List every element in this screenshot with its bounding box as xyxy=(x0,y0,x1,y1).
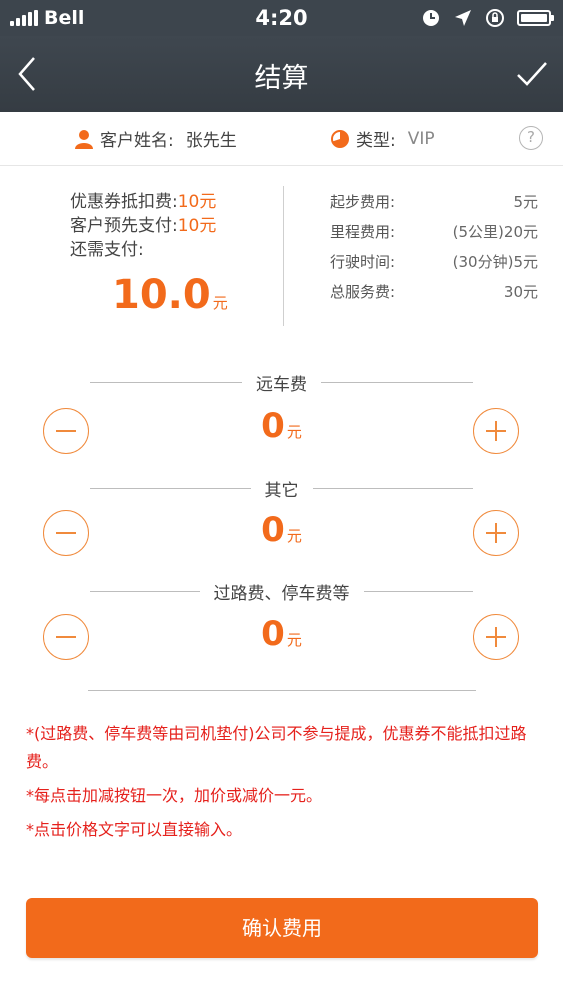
value-number[interactable]: 0 xyxy=(261,406,285,446)
value-unit: 元 xyxy=(286,423,302,441)
other-value[interactable]: 0元 xyxy=(200,510,363,550)
notes: *(过路费、停车费等由司机垫付)公司不参与提成，优惠券不能抵扣过路费。 *每点击… xyxy=(26,720,546,850)
note-tolls: *(过路费、停车费等由司机垫付)公司不参与提成，优惠券不能抵扣过路费。 xyxy=(26,724,527,771)
amount-due-unit: 元 xyxy=(212,294,228,312)
status-bar: Bell 4:20 xyxy=(0,0,563,36)
location-arrow-icon xyxy=(453,8,473,28)
page-title: 结算 xyxy=(254,63,309,94)
decrease-tolls-button[interactable] xyxy=(43,614,89,660)
value-unit: 元 xyxy=(286,631,302,649)
amount-due: 10.0 元 xyxy=(112,272,228,318)
status-icons xyxy=(421,8,554,28)
divider xyxy=(88,690,476,691)
increase-other-button[interactable] xyxy=(473,510,519,556)
navigation-bar: 结算 xyxy=(0,36,563,112)
section-header-pickup-fee: 远车费 xyxy=(90,370,473,395)
value-unit: 元 xyxy=(286,527,302,545)
section-label: 远车费 xyxy=(256,374,307,395)
rotation-lock-icon xyxy=(485,8,505,28)
confirm-fee-button[interactable]: 确认费用 xyxy=(26,898,538,958)
increase-pickup-fee-button[interactable] xyxy=(473,408,519,454)
fee-item-base: 起步费用: 5元 xyxy=(330,190,538,214)
value-number[interactable]: 0 xyxy=(261,614,285,654)
value-number[interactable]: 0 xyxy=(261,510,285,550)
increase-tolls-button[interactable] xyxy=(473,614,519,660)
battery-icon xyxy=(517,10,554,26)
coupon-value: 10元 xyxy=(177,192,217,212)
section-header-other: 其它 xyxy=(90,476,473,501)
fee-label: 总服务费: xyxy=(330,283,396,301)
fee-item-total: 总服务费: 30元 xyxy=(330,280,538,304)
fee-value: 30元 xyxy=(503,283,538,301)
vertical-divider xyxy=(283,186,284,326)
prepay-label: 客户预先支付: xyxy=(70,216,178,236)
fee-item-distance: 里程费用: (5公里)20元 xyxy=(330,220,538,244)
section-label: 其它 xyxy=(264,480,299,501)
tolls-value[interactable]: 0元 xyxy=(200,614,363,654)
alarm-clock-icon xyxy=(421,8,441,28)
fee-value: (30分钟)5元 xyxy=(452,253,538,271)
fee-label: 起步费用: xyxy=(330,193,396,211)
checkmark-icon[interactable] xyxy=(515,58,549,90)
prepay-value: 10元 xyxy=(177,216,217,236)
note-input: *点击价格文字可以直接输入。 xyxy=(26,820,243,839)
customer-name-label: 客户姓名: xyxy=(100,131,174,151)
person-icon xyxy=(75,129,93,149)
decrease-pickup-fee-button[interactable] xyxy=(43,408,89,454)
coupon-label: 优惠券抵扣费: xyxy=(70,192,178,212)
fee-breakdown: 起步费用: 5元 里程费用: (5公里)20元 行驶时间: (30分钟)5元 总服务费… xyxy=(330,190,538,310)
section-header-tolls-parking: 过路费、停车费等 xyxy=(90,579,473,604)
fee-value: (5公里)20元 xyxy=(452,223,538,241)
customer-info-row: 客户姓名: 张先生 类型: VIP ? xyxy=(0,112,563,166)
customer-type: 类型: VIP xyxy=(330,126,435,151)
payment-summary: 优惠券抵扣费:10元 客户预先支付:10元 还需支付: xyxy=(70,190,216,262)
help-icon[interactable]: ? xyxy=(519,126,543,150)
pie-chart-icon xyxy=(331,129,349,148)
section-label: 过路费、停车费等 xyxy=(213,583,350,604)
fee-value: 5元 xyxy=(513,193,538,211)
amount-due-value: 10.0 xyxy=(112,272,211,318)
fee-label: 里程费用: xyxy=(330,223,396,241)
amount-due-label: 还需支付: xyxy=(70,240,144,260)
fee-summary: 优惠券抵扣费:10元 客户预先支付:10元 还需支付: 10.0 元 起步费用: 5… xyxy=(0,180,563,330)
fee-label: 行驶时间: xyxy=(330,253,396,271)
customer-name-value: 张先生 xyxy=(185,131,237,151)
fee-item-time: 行驶时间: (30分钟)5元 xyxy=(330,250,538,274)
pickup-fee-value[interactable]: 0元 xyxy=(200,406,363,446)
customer-type-label: 类型: xyxy=(356,131,396,151)
customer-name: 客户姓名: 张先生 xyxy=(74,126,237,151)
customer-type-value: VIP xyxy=(407,128,435,149)
note-stepper: *每点击加减按钮一次，加价或减价一元。 xyxy=(26,786,323,805)
decrease-other-button[interactable] xyxy=(43,510,89,556)
